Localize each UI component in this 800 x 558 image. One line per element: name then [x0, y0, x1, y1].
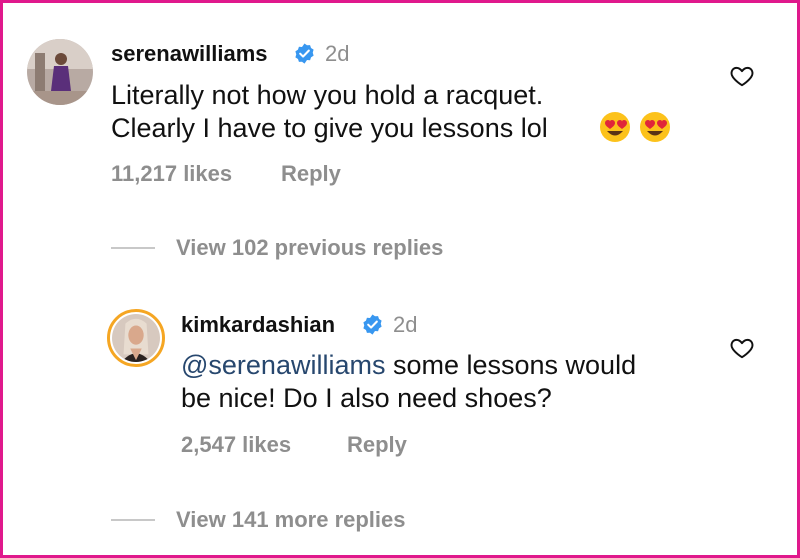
view-more-replies-button[interactable]: View 141 more replies: [176, 507, 406, 533]
comment-text: @serenawilliams some lessons would be ni…: [181, 349, 636, 415]
thread-divider: [111, 247, 155, 249]
comment-text-line: Clearly I have to give you lessons lol: [111, 113, 548, 143]
comment-text-line: @serenawilliams some lessons would: [181, 349, 636, 382]
heart-outline-icon[interactable]: [729, 335, 755, 361]
view-previous-replies-button[interactable]: View 102 previous replies: [176, 235, 443, 261]
heart-outline-icon[interactable]: [729, 63, 755, 89]
comment-timestamp: 2d: [325, 41, 350, 66]
verified-badge-icon: [295, 43, 314, 64]
comment-thread-panel: serenawilliams 2d Literally not how you …: [0, 0, 800, 558]
mention-link[interactable]: @serenawilliams: [181, 350, 385, 380]
thread-divider: [111, 519, 155, 521]
heart-eyes-emoji: [640, 112, 670, 142]
comment-text: Literally not how you hold a racquet. Cl…: [111, 79, 548, 145]
comment-text-segment: some lessons would: [385, 350, 637, 380]
comment-username[interactable]: serenawilliams: [111, 41, 268, 67]
comment-username[interactable]: kimkardashian: [181, 312, 335, 338]
verified-badge-icon: [363, 314, 382, 335]
like-count[interactable]: 2,547 likes: [181, 432, 291, 458]
kimkardashian-avatar[interactable]: [107, 309, 165, 367]
comment-text-line: be nice! Do I also need shoes?: [181, 383, 552, 413]
reply-button[interactable]: Reply: [281, 161, 341, 187]
like-count[interactable]: 11,217 likes: [111, 161, 232, 187]
comment-timestamp: 2d: [393, 312, 418, 337]
reply-button[interactable]: Reply: [347, 432, 407, 458]
serenawilliams-avatar[interactable]: [27, 39, 93, 105]
comment-text-line: Literally not how you hold a racquet.: [111, 80, 544, 110]
heart-eyes-emoji: [600, 112, 630, 142]
